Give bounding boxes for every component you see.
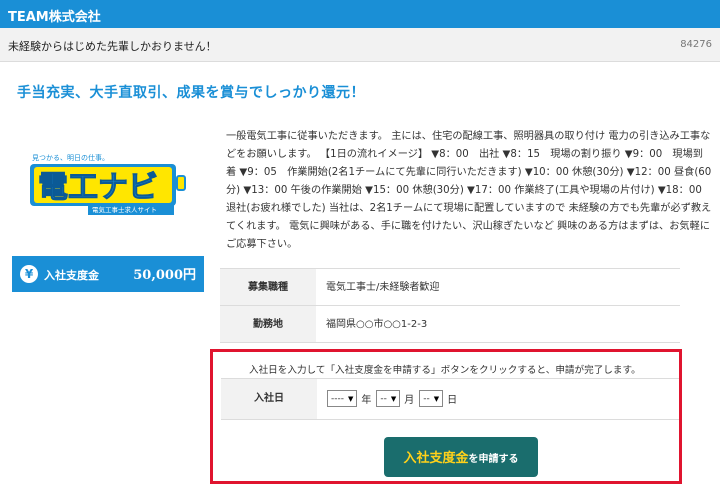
year-unit: 年 xyxy=(361,395,372,406)
signing-bonus-banner: ¥ 入社支度金 50,000円 xyxy=(12,256,204,292)
job-description: 一般電気工事に従事いただきます。 主には、住宅の配線工事、照明器具の取り付け 電… xyxy=(226,131,712,250)
start-date-row: 入社日 ---- ▼ 年 -- ▼ 月 -- ▼ 日 xyxy=(221,378,679,420)
start-date-selects: ---- ▼ 年 -- ▼ 月 -- ▼ 日 xyxy=(327,390,460,407)
table-row: 募集職種 電気工事士/未経験者歓迎 xyxy=(220,269,680,306)
row-label: 勤務地 xyxy=(220,306,316,342)
chevron-down-icon: ▼ xyxy=(390,394,397,403)
apply-bonus-button[interactable]: 入社支度金を申請する xyxy=(384,437,538,477)
application-instruction: 入社日を入力して「入社支度金を申請する」ボタンをクリックすると、申請が完了します… xyxy=(249,365,641,376)
month-unit: 月 xyxy=(404,395,415,406)
bonus-label: 入社支度金 xyxy=(44,269,99,282)
denko-navi-logo: 見つかる、明日の仕事。 電工ナビ 電気工事士求人サイト xyxy=(28,150,188,220)
logo-tagline: 見つかる、明日の仕事。 xyxy=(32,153,109,162)
job-info-table: 募集職種 電気工事士/未経験者歓迎 勤務地 福岡県○○市○○1-2-3 xyxy=(220,268,680,343)
logo-subtitle: 電気工事士求人サイト xyxy=(92,205,157,214)
job-headline: 手当充実、大手直取引、成果を賞与でしっかり還元！ xyxy=(17,85,365,101)
start-date-label: 入社日 xyxy=(221,379,317,419)
job-subbar: 未経験からはじめた先輩しかおりません！ 84276 xyxy=(0,28,720,62)
yen-icon: ¥ xyxy=(20,265,38,283)
bonus-amount: 50,000円 xyxy=(133,268,196,283)
year-select[interactable]: ---- ▼ xyxy=(327,390,358,407)
company-name: TEAM株式会社 xyxy=(8,10,101,25)
month-select[interactable]: -- ▼ xyxy=(376,390,401,407)
site-header: TEAM株式会社 xyxy=(0,0,720,28)
logo-main: 電工ナビ xyxy=(38,170,158,205)
row-label: 募集職種 xyxy=(220,269,316,305)
row-value: 電気工事士/未経験者歓迎 xyxy=(326,282,440,293)
day-select[interactable]: -- ▼ xyxy=(419,390,444,407)
job-id: 84276 xyxy=(680,39,712,50)
button-rest-label: を申請する xyxy=(468,454,519,465)
button-main-label: 入社支度金 xyxy=(403,451,469,466)
chevron-down-icon: ▼ xyxy=(348,394,354,403)
day-unit: 日 xyxy=(447,395,458,406)
table-row: 勤務地 福岡県○○市○○1-2-3 xyxy=(220,306,680,343)
bonus-application-box: 入社日を入力して「入社支度金を申請する」ボタンをクリックすると、申請が完了します… xyxy=(210,349,682,484)
row-value: 福岡県○○市○○1-2-3 xyxy=(326,319,428,330)
job-catchphrase: 未経験からはじめた先輩しかおりません！ xyxy=(8,40,217,53)
chevron-down-icon: ▼ xyxy=(433,394,440,403)
